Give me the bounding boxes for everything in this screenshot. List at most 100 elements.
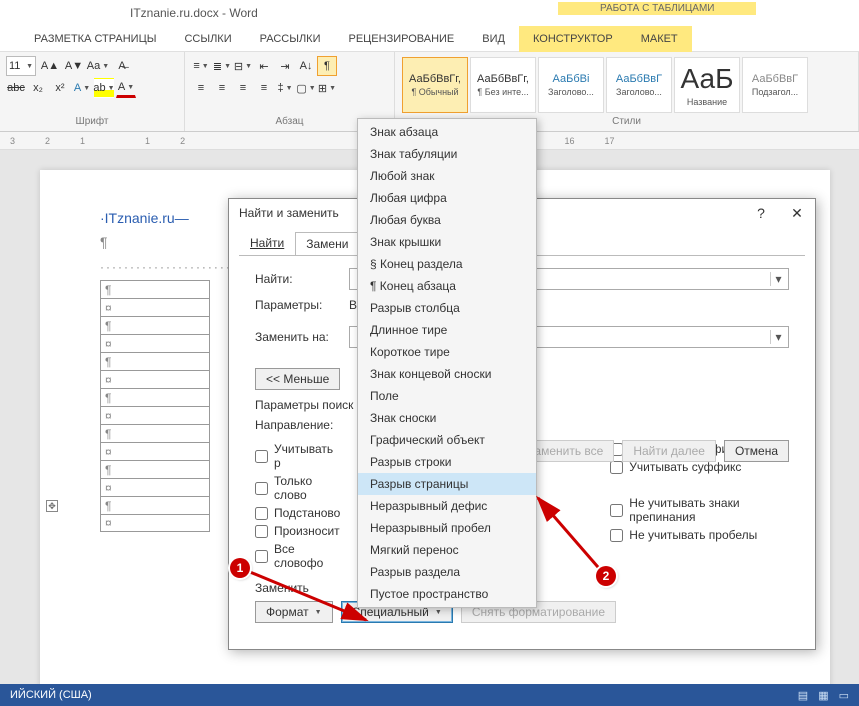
special-menu-item[interactable]: Пустое пространство	[358, 583, 536, 605]
align-right-button[interactable]: ≡	[233, 78, 253, 98]
justify-button[interactable]: ≡	[254, 78, 274, 98]
table-row[interactable]: ¶	[100, 424, 210, 442]
font-color-button[interactable]: A▼	[116, 78, 136, 98]
table-row[interactable]: ¤	[100, 406, 210, 424]
special-menu-item[interactable]: Знак табуляции	[358, 143, 536, 165]
tab-references[interactable]: ССЫЛКИ	[170, 26, 245, 52]
clear-format-button[interactable]: A̶	[112, 56, 132, 76]
special-menu-item[interactable]: Знак концевой сноски	[358, 363, 536, 385]
special-menu-item[interactable]: Знак сноски	[358, 407, 536, 429]
table-row[interactable]: ¤	[100, 298, 210, 316]
match-case-checkbox[interactable]: Учитывать р	[255, 442, 340, 470]
multilevel-button[interactable]: ⊟▼	[233, 56, 253, 76]
decrease-indent-button[interactable]: ⇤	[254, 56, 274, 76]
superscript-button[interactable]: x²	[50, 78, 70, 98]
tab-mailings[interactable]: РАССЫЛКИ	[246, 26, 335, 52]
style-item-0[interactable]: АаБбВвГг,¶ Обычный	[402, 57, 468, 113]
table-row[interactable]: ¤	[100, 370, 210, 388]
find-next-button[interactable]: Найти далее	[622, 440, 716, 462]
special-menu-item[interactable]: § Конец раздела	[358, 253, 536, 275]
style-item-5[interactable]: АаБбВвГПодзагол...	[742, 57, 808, 113]
match-suffix-checkbox[interactable]: Учитывать суффикс	[610, 460, 789, 474]
special-menu-item[interactable]: Разрыв строки	[358, 451, 536, 473]
show-marks-button[interactable]: ¶	[317, 56, 337, 76]
table-move-handle-icon[interactable]: ✥	[46, 500, 58, 512]
font-size-combo[interactable]: 11▼	[6, 56, 36, 76]
table-row[interactable]: ¶	[100, 280, 210, 298]
table-row[interactable]: ¤	[100, 478, 210, 496]
style-item-3[interactable]: АаБбВвГЗаголово...	[606, 57, 672, 113]
tab-page-layout[interactable]: РАЗМЕТКА СТРАНИЦЫ	[20, 26, 170, 52]
special-menu-item[interactable]: Мягкий перенос	[358, 539, 536, 561]
shading-button[interactable]: ▢▼	[296, 78, 316, 98]
align-center-button[interactable]: ≡	[212, 78, 232, 98]
increase-indent-button[interactable]: ⇥	[275, 56, 295, 76]
table-row[interactable]: ¶	[100, 460, 210, 478]
sounds-like-checkbox[interactable]: Произносит	[255, 524, 340, 538]
style-item-4[interactable]: АаБНазвание	[674, 57, 740, 113]
special-menu-item[interactable]: Любой знак	[358, 165, 536, 187]
line-spacing-button[interactable]: ‡▼	[275, 78, 295, 98]
special-menu-item[interactable]: Любая буква	[358, 209, 536, 231]
special-menu-item[interactable]: Знак крышки	[358, 231, 536, 253]
tab-table-design[interactable]: КОНСТРУКТОР	[519, 26, 627, 52]
table-row[interactable]: ¶	[100, 352, 210, 370]
grow-font-button[interactable]: A▲	[40, 56, 60, 76]
special-menu-item[interactable]: Знак абзаца	[358, 121, 536, 143]
special-menu-item[interactable]: Неразрывный дефис	[358, 495, 536, 517]
whole-word-checkbox[interactable]: Только слово	[255, 474, 340, 502]
special-menu-item[interactable]: Неразрывный пробел	[358, 517, 536, 539]
tab-find[interactable]: Найти	[239, 231, 295, 255]
change-case-button[interactable]: Aa▼	[88, 56, 108, 76]
special-menu-item[interactable]: Короткое тире	[358, 341, 536, 363]
contextual-tab-label: РАБОТА С ТАБЛИЦАМИ	[558, 2, 756, 15]
sort-button[interactable]: A↓	[296, 56, 316, 76]
print-layout-icon[interactable]: ▦	[818, 689, 828, 702]
word-forms-checkbox[interactable]: Все словофо	[255, 542, 340, 570]
text-effects-button[interactable]: A▼	[72, 78, 92, 98]
numbering-button[interactable]: ≣▼	[212, 56, 232, 76]
tab-replace[interactable]: Замени	[295, 232, 359, 256]
replace-label: Заменить на:	[255, 330, 349, 344]
special-menu-item[interactable]: ¶ Конец абзаца	[358, 275, 536, 297]
web-layout-icon[interactable]: ▭	[839, 689, 849, 702]
table-row[interactable]: ¤	[100, 514, 210, 532]
special-menu-item[interactable]: Длинное тире	[358, 319, 536, 341]
style-item-1[interactable]: АаБбВвГг,¶ Без инте...	[470, 57, 536, 113]
special-menu-item[interactable]: Разрыв страницы	[358, 473, 536, 495]
table-row[interactable]: ¶	[100, 388, 210, 406]
special-menu-item[interactable]: Поле	[358, 385, 536, 407]
dialog-help-button[interactable]: ?	[743, 199, 779, 227]
ignore-punct-checkbox[interactable]: Не учитывать знаки препинания	[610, 496, 789, 524]
table-row[interactable]: ¶	[100, 316, 210, 334]
align-left-button[interactable]: ≡	[191, 78, 211, 98]
status-bar: ИЙСКИЙ (США) ▤ ▦ ▭	[0, 684, 859, 706]
tab-table-layout[interactable]: МАКЕТ	[627, 26, 692, 52]
cancel-button[interactable]: Отмена	[724, 440, 789, 462]
special-menu-item[interactable]: Любая цифра	[358, 187, 536, 209]
bullets-button[interactable]: ≡▼	[191, 56, 211, 76]
table-row[interactable]: ¤	[100, 442, 210, 460]
format-button[interactable]: Формат▼	[255, 601, 333, 623]
strike-button[interactable]: abc	[6, 78, 26, 98]
special-menu-item[interactable]: Графический объект	[358, 429, 536, 451]
special-menu-item[interactable]: Разрыв раздела	[358, 561, 536, 583]
wildcards-checkbox[interactable]: Подстаново	[255, 506, 340, 520]
highlight-button[interactable]: ab▼	[94, 78, 114, 98]
status-language[interactable]: ИЙСКИЙ (США)	[10, 689, 92, 701]
read-mode-icon[interactable]: ▤	[798, 689, 808, 702]
table-row[interactable]: ¶	[100, 496, 210, 514]
dialog-close-button[interactable]: ✕	[779, 199, 815, 227]
tab-review[interactable]: РЕЦЕНЗИРОВАНИЕ	[334, 26, 468, 52]
ignore-space-checkbox[interactable]: Не учитывать пробелы	[610, 528, 789, 542]
special-menu-item[interactable]: Разрыв столбца	[358, 297, 536, 319]
shrink-font-button[interactable]: A▼	[64, 56, 84, 76]
style-item-2[interactable]: АаБбВіЗаголово...	[538, 57, 604, 113]
table-row[interactable]: ¤	[100, 334, 210, 352]
font-group: 11▼ A▲ A▼ Aa▼ A̶ abc x₂ x² A▼ ab▼ A▼ Шри…	[0, 52, 185, 131]
ribbon-tabs: РАЗМЕТКА СТРАНИЦЫ ССЫЛКИ РАССЫЛКИ РЕЦЕНЗ…	[0, 26, 859, 52]
less-button[interactable]: << Меньше	[255, 368, 340, 390]
tab-view[interactable]: ВИД	[468, 26, 519, 52]
borders-button[interactable]: ⊞▼	[317, 78, 337, 98]
subscript-button[interactable]: x₂	[28, 78, 48, 98]
